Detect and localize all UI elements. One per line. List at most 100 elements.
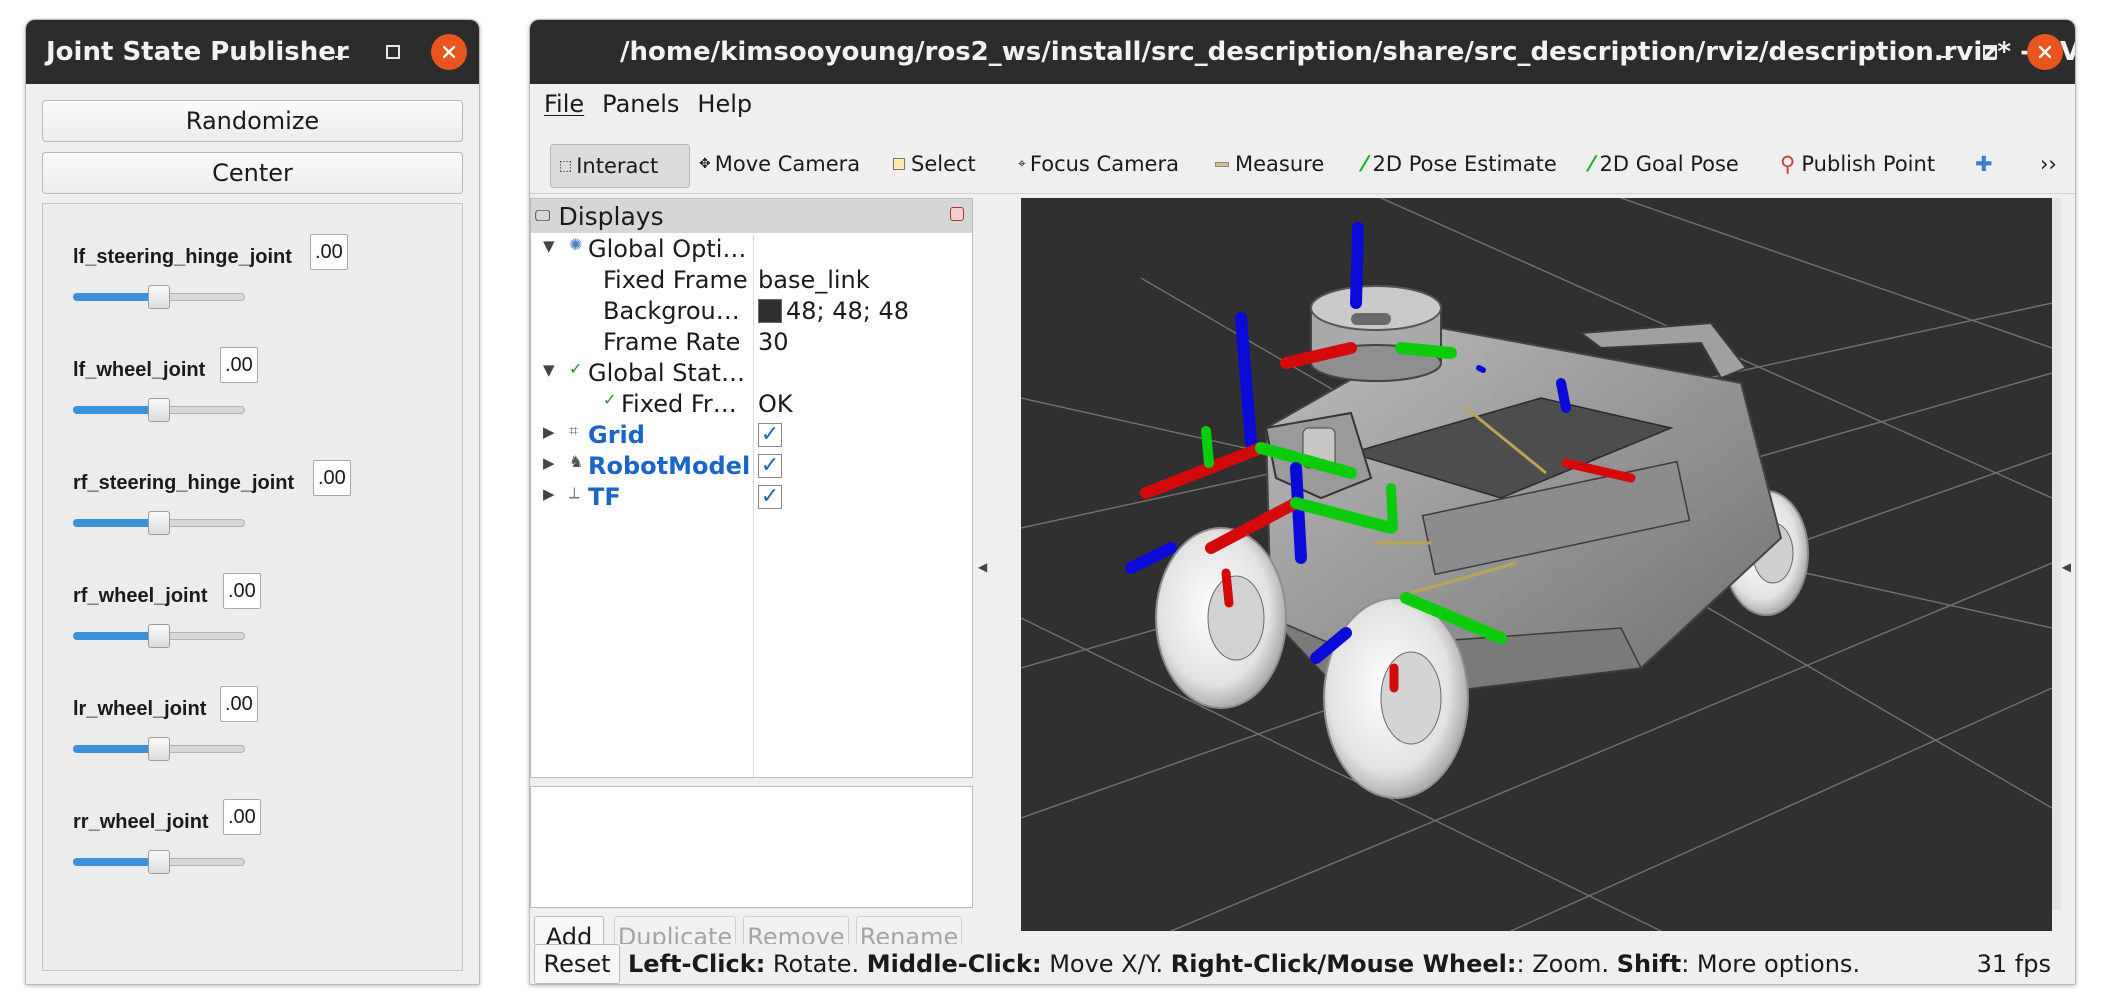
frame-rate-value[interactable]: 30 <box>758 328 789 356</box>
check-status-icon: ✓ <box>569 359 583 378</box>
slider-handle[interactable] <box>148 624 170 648</box>
background-color-swatch[interactable] <box>758 299 782 323</box>
randomize-button[interactable]: Randomize <box>42 100 463 142</box>
joint-sliders-panel: lf_steering_hinge_joint .00 lf_wheel_joint… <box>42 203 463 971</box>
tool-2d-goal-pose-label: 2D Goal Pose <box>1599 152 1739 176</box>
joint-slider[interactable] <box>73 511 245 535</box>
joint-value-field[interactable]: .00 <box>220 686 258 722</box>
render-viewport[interactable] <box>1021 198 2052 931</box>
slider-handle[interactable] <box>148 398 170 422</box>
expand-down-icon[interactable]: ▼ <box>543 237 555 255</box>
joint-slider[interactable] <box>73 398 245 422</box>
goal-pose-icon: ⁄ <box>1590 152 1594 176</box>
expand-down-icon[interactable]: ▼ <box>543 361 555 379</box>
joint-name: rr_wheel_joint <box>73 811 209 833</box>
tree-row-tf[interactable]: ▶ ⟂ TF ✓ <box>531 483 972 514</box>
displays-panel: 🖵 Displays ▼ ✺ Global Opti… Fixed Frame … <box>530 198 973 778</box>
tool-2d-pose-estimate[interactable]: ⁄ 2D Pose Estimate <box>1363 144 1557 184</box>
joint-value-field[interactable]: .00 <box>220 347 258 383</box>
expand-right-icon[interactable]: ▶ <box>543 423 555 441</box>
slider-handle[interactable] <box>148 511 170 535</box>
background-label: Backgrou… <box>603 297 740 325</box>
collapse-right-arrow-icon[interactable]: ◀ <box>2062 560 2071 574</box>
toolbar-overflow-button[interactable]: ›› <box>2040 144 2057 184</box>
joint-slider[interactable] <box>73 285 245 309</box>
rviz-close-button[interactable] <box>2027 34 2063 70</box>
background-value-field[interactable]: 48; 48; 48 <box>758 297 909 325</box>
minimize-icon <box>335 56 349 58</box>
joint-row: rr_wheel_joint .00 <box>73 795 453 885</box>
slider-fill <box>73 406 159 414</box>
mouse-help-text: Left-Click: Rotate. Middle-Click: Move X… <box>628 950 1860 978</box>
joint-value-field[interactable]: .00 <box>310 234 348 270</box>
center-button[interactable]: Center <box>42 152 463 194</box>
tree-row-fixed-frame[interactable]: Fixed Frame base_link <box>531 266 972 297</box>
add-tool-button[interactable]: ✚ <box>1975 144 1993 184</box>
rviz-minimize-button[interactable] <box>1928 34 1964 70</box>
displays-panel-title: Displays <box>558 201 664 231</box>
tree-row-frame-rate[interactable]: Frame Rate 30 <box>531 328 972 359</box>
tree-row-background[interactable]: Backgrou… 48; 48; 48 <box>531 297 972 328</box>
global-status-label: Global Stat… <box>588 359 745 387</box>
expand-right-icon[interactable]: ▶ <box>543 485 555 503</box>
rviz-titlebar[interactable]: /home/kimsooyoung/ros2_ws/install/src_de… <box>530 20 2075 84</box>
tool-2d-goal-pose[interactable]: ⁄ 2D Goal Pose <box>1590 144 1739 184</box>
robot-model-checkbox[interactable]: ✓ <box>758 454 782 478</box>
collapse-left-arrow-icon[interactable]: ◀ <box>978 560 987 574</box>
slider-handle[interactable] <box>148 285 170 309</box>
grid-checkbox[interactable]: ✓ <box>758 423 782 447</box>
slider-fill <box>73 632 159 640</box>
tf-checkbox[interactable]: ✓ <box>758 485 782 509</box>
joint-slider[interactable] <box>73 737 245 761</box>
tree-row-global-options[interactable]: ▼ ✺ Global Opti… <box>531 235 972 266</box>
jsp-maximize-button[interactable] <box>375 34 411 70</box>
tool-interact-label: Interact <box>576 154 659 178</box>
joint-value-field[interactable]: .00 <box>223 799 261 835</box>
scene-3d <box>1021 198 2052 931</box>
joint-value-field[interactable]: .00 <box>223 573 261 609</box>
rviz-maximize-button[interactable] <box>1972 34 2008 70</box>
close-icon <box>442 45 456 59</box>
menu-file[interactable]: File <box>544 90 584 118</box>
slider-fill <box>73 293 159 301</box>
reset-button[interactable]: Reset <box>534 944 620 984</box>
jsp-titlebar[interactable]: Joint State Publisher <box>26 20 479 84</box>
tool-move-camera[interactable]: ✥ Move Camera <box>699 144 860 184</box>
tool-publish-point[interactable]: ⚲ Publish Point <box>1780 144 1935 184</box>
expand-right-icon[interactable]: ▶ <box>543 454 555 472</box>
select-icon <box>893 158 905 170</box>
move-camera-icon: ✥ <box>699 156 711 172</box>
right-dock-handle[interactable] <box>2051 198 2061 910</box>
tool-measure[interactable]: Measure <box>1215 144 1324 184</box>
tool-focus-camera-label: Focus Camera <box>1029 152 1179 176</box>
tree-row-fixed-frame-status[interactable]: ✓ Fixed Fr… OK <box>531 390 972 421</box>
tf-display-label: TF <box>588 483 621 511</box>
slider-handle[interactable] <box>148 737 170 761</box>
tool-interact[interactable]: ⬚ Interact <box>550 144 690 188</box>
tree-row-grid[interactable]: ▶ ⌗ Grid ✓ <box>531 421 972 452</box>
menu-panels[interactable]: Panels <box>602 90 679 118</box>
slider-fill <box>73 858 159 866</box>
fixed-frame-status-label: Fixed Fr… <box>621 390 737 418</box>
global-options-label: Global Opti… <box>588 235 747 263</box>
joint-slider[interactable] <box>73 624 245 648</box>
jsp-close-button[interactable] <box>431 34 467 70</box>
fixed-frame-value[interactable]: base_link <box>758 266 870 294</box>
tree-row-global-status[interactable]: ▼ ✓ Global Stat… <box>531 359 972 390</box>
jsp-minimize-button[interactable] <box>324 34 360 70</box>
menu-help[interactable]: Help <box>697 90 752 118</box>
tree-row-robot-model[interactable]: ▶ ♞ RobotModel ✓ <box>531 452 972 483</box>
close-panel-icon[interactable] <box>950 207 964 221</box>
tool-select[interactable]: Select <box>893 144 976 184</box>
joint-slider[interactable] <box>73 850 245 874</box>
front-left-wheel <box>1155 527 1287 709</box>
robot-model-display-label: RobotModel <box>588 452 751 480</box>
tool-focus-camera[interactable]: ⌖ Focus Camera <box>1018 144 1179 184</box>
slider-handle[interactable] <box>148 850 170 874</box>
background-value: 48; 48; 48 <box>786 297 910 325</box>
joint-row: rf_wheel_joint .00 <box>73 569 453 659</box>
tool-move-camera-label: Move Camera <box>714 152 861 176</box>
joint-value-field[interactable]: .00 <box>313 460 351 496</box>
check-status-icon: ✓ <box>603 390 617 409</box>
help-middle-click: Middle-Click: <box>866 950 1042 978</box>
